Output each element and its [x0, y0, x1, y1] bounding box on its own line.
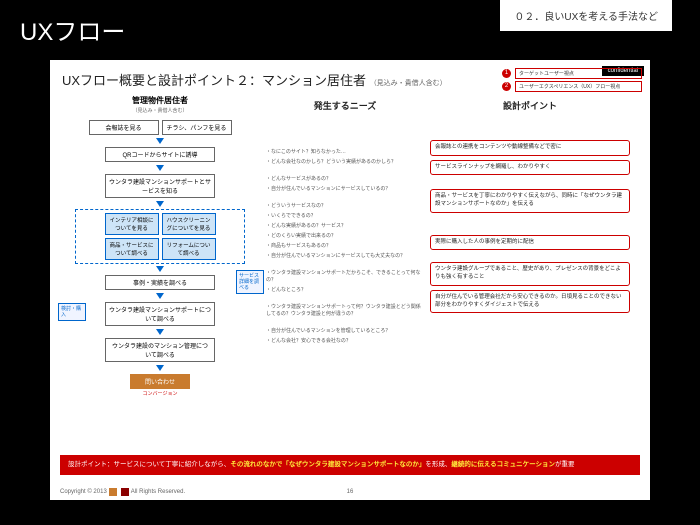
need-item: 商品もサービスもあるの？ — [266, 243, 424, 250]
summary-text: を形成、 — [425, 461, 451, 468]
arrow-icon — [156, 165, 164, 171]
flow-box-blue: ハウスクリーニングについてを見る — [162, 213, 216, 235]
need-item: どんな会社なのかしら？どういう実績があるのかしら？ — [266, 159, 424, 166]
flow-box-blue: リフォームについて調べる — [162, 238, 216, 260]
need-item: どんなところ？ — [266, 287, 424, 294]
persona-sub: （見込み・貴借人含む） — [60, 107, 260, 114]
persona-title: 管理物件居住者 — [60, 95, 260, 106]
arrow-icon — [156, 266, 164, 272]
flow-box: ウンタラ建設のマンション管理について調べる — [105, 338, 215, 362]
need-item: 自分が住んでいるマンションにサービスしても大丈夫なの？ — [266, 253, 424, 260]
slide: confidential UXフロー概要と設計ポイント２：マンション居住者 （見… — [50, 60, 650, 500]
need-item: ウンタラ建設マンションサポートって何？ウンタラ建設とどう関係してるの？ウンタラ建… — [266, 304, 424, 318]
summary-box: 設計ポイント：サービスについて丁寧に紹介しながら、その流れのなかで「なぜウンタラ… — [60, 455, 640, 475]
need-item: なにこのサイト？知らなかった… — [266, 149, 424, 156]
point-box: サービスラインナップを網羅し、わかりやすく — [430, 160, 630, 176]
flow-box: チラシ、パンフを見る — [162, 120, 232, 135]
copyright: Copyright © 2013 — [60, 489, 107, 495]
columns: 管理物件居住者 （見込み・貴借人含む） 会報誌を見る チラシ、パンフを見る QR… — [50, 91, 650, 451]
summary-em: 継続的に伝えるコミュニケーション — [451, 461, 555, 468]
summary-text: 設計ポイント：サービスについて丁寧に紹介しながら、 — [68, 461, 230, 468]
need-item: 自分が住んでいるマンションにサービスしているの？ — [266, 186, 424, 193]
point-box: 会報誌との連携をコンテンツや動線整備などで密に — [430, 140, 630, 156]
terminal-label: コンバージョン — [60, 390, 260, 397]
point-box: 商品・サービスを丁寧にわかりやすく伝えながら、同時に「なぜウンタラ建設マンション… — [430, 189, 630, 212]
summary-text: が重要 — [555, 461, 575, 468]
slide-title-main: UXフロー概要と設計ポイント２：マンション居住者 — [62, 73, 366, 88]
flow-box-blue: インテリア相談についてを見る — [105, 213, 159, 235]
column-header: 設計ポイント — [430, 95, 630, 116]
points-column: 設計ポイント 会報誌との連携をコンテンツや動線整備などで密に サービスラインナッ… — [430, 95, 630, 447]
legend-text: ターゲットユーザー視点 — [515, 68, 642, 79]
arrow-icon — [156, 365, 164, 371]
legend-text: ユーザーエクスペリエンス（UX）フロー視点 — [515, 81, 642, 92]
column-header: 発生するニーズ — [266, 95, 424, 116]
flow-box-blue: 商品・サービスについて調べる — [105, 238, 159, 260]
arrow-icon — [156, 329, 164, 335]
point-box: ウンタラ建設グループであること、歴史があり、プレゼンスの背景をどこよりも強く有す… — [430, 262, 630, 285]
page-number: 16 — [347, 489, 354, 495]
need-item: どんな会社？安心できる会社なの？ — [266, 338, 424, 345]
flow-terminal: 問い合わせ — [130, 374, 190, 389]
arrow-icon — [156, 293, 164, 299]
need-item: どんな実績があるの？サービス？ — [266, 223, 424, 230]
section-tag: ０２．良いUXを考える手法など — [500, 0, 672, 31]
flow-box: ウンタラ建設マンションサポートについて調べる — [105, 302, 215, 326]
need-item: どういうサービスなの？ — [266, 203, 424, 210]
arrow-icon — [156, 138, 164, 144]
need-item: どのくらい実績で出来るの？ — [266, 233, 424, 240]
legend-dot: 2 — [502, 82, 511, 91]
flow-box: QRコードからサイトに誘導 — [105, 147, 215, 162]
logo-icon — [109, 488, 117, 496]
summary-em: その流れのなかで「なぜウンタラ建設マンションサポートなのか」 — [230, 461, 425, 468]
side-callout: 検討・購入 — [58, 303, 86, 321]
logo-icon — [121, 488, 129, 496]
need-item: どんなサービスがあるの？ — [266, 176, 424, 183]
slide-footer: Copyright © 2013 All Rights Reserved. 16 — [50, 488, 650, 496]
flow-box: 会報誌を見る — [89, 120, 159, 135]
dashed-group: インテリア相談についてを見るハウスクリーニングについてを見る 商品・サービスにつ… — [75, 209, 245, 264]
rights: All Rights Reserved. — [131, 489, 185, 495]
need-item: 自分が住んでいるマンションを管理しているところ？ — [266, 328, 424, 335]
point-box: 実際に購入した人の事例を定期的に配信 — [430, 235, 630, 251]
legend-dot: 1 — [502, 69, 511, 78]
flow-box: 事例・実績を調べる — [105, 275, 215, 290]
arrow-icon — [156, 201, 164, 207]
flow-box: ウンタラ建設マンションサポートとサービスを知る — [105, 174, 215, 198]
flow-column: 管理物件居住者 （見込み・貴借人含む） 会報誌を見る チラシ、パンフを見る QR… — [60, 95, 260, 447]
point-box: 自分が住んでいる管理会社だから安心できるのか。日頃見ることのできない部分をわかり… — [430, 290, 630, 313]
need-item: ウンタラ建設マンションサポートだからこそ、できることって何なの？ — [266, 270, 424, 284]
need-item: いくらでできるの？ — [266, 213, 424, 220]
slide-title-sub: （見込み・貴借人含む） — [370, 80, 447, 87]
side-callout: サービス詳細を調べる — [236, 270, 264, 294]
needs-column: 発生するニーズ なにこのサイト？知らなかった… どんな会社なのかしら？どういう実… — [260, 95, 430, 447]
legend: 1 ターゲットユーザー視点 2 ユーザーエクスペリエンス（UX）フロー視点 — [502, 68, 642, 94]
